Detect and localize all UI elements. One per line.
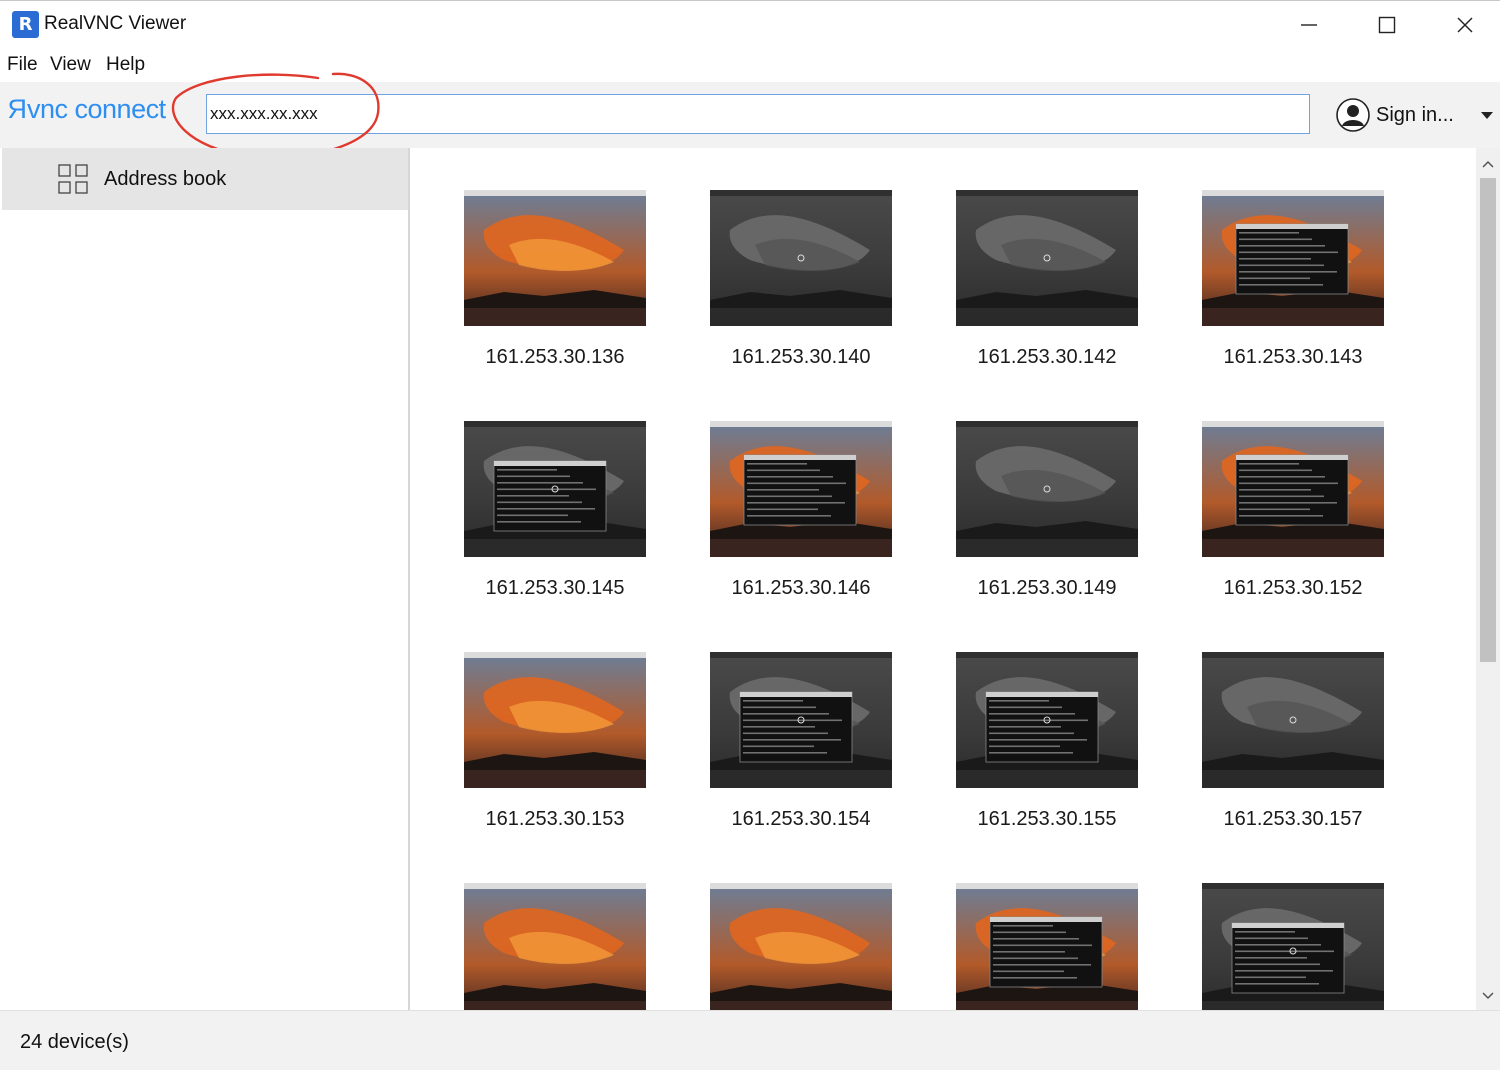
device-label: 161.253.30.153 (485, 808, 625, 830)
device-thumbnail (956, 190, 1138, 326)
vnc-connect-logo: Rvnc connect (8, 94, 166, 125)
maximize-button[interactable] (1348, 1, 1426, 49)
sidebar-item-address-book[interactable]: Address book (2, 148, 408, 210)
logo-text: vnc connect (27, 94, 166, 124)
close-icon (1457, 17, 1473, 33)
device-thumbnail (956, 883, 1138, 1010)
device-tile[interactable]: 161.253.30.152 (1150, 379, 1384, 599)
menu-bar: File View Help (0, 48, 1500, 82)
device-label: 161.253.30.136 (485, 346, 625, 368)
chevron-down-icon (1480, 112, 1493, 119)
device-thumbnail (710, 421, 892, 557)
menu-file[interactable]: File (7, 54, 38, 76)
device-thumbnail (956, 652, 1138, 788)
toolbar: Rvnc connect Sign in... (0, 82, 1500, 148)
device-grid: 161.253.30.136 161.253.30.140 161.253.30.1… (412, 148, 1476, 1010)
sign-in-label: Sign in... (1376, 103, 1454, 126)
device-label: 161.253.30.140 (731, 346, 871, 368)
device-thumbnail (1202, 421, 1384, 557)
device-tile[interactable]: 161.253.30.145 (412, 379, 646, 599)
close-button[interactable] (1426, 1, 1500, 49)
sign-in-button[interactable]: Sign in... (1336, 96, 1494, 134)
device-tile[interactable]: 161.253.30.142 (904, 148, 1138, 368)
maximize-icon (1378, 16, 1396, 34)
title-bar: R RealVNC Viewer (0, 0, 1500, 48)
user-avatar-icon (1336, 98, 1370, 132)
realvnc-app-icon: R (12, 11, 39, 38)
device-thumbnail (464, 883, 646, 1010)
device-thumbnail (710, 190, 892, 326)
app-icon-letter: R (18, 14, 33, 35)
device-label: 161.253.30.157 (1223, 808, 1363, 830)
device-tile[interactable]: 161.253.30.154 (658, 610, 892, 830)
device-label: 161.253.30.155 (977, 808, 1117, 830)
scroll-down-button[interactable] (1476, 982, 1500, 1010)
device-tile[interactable]: 161.253.30.157 (1150, 610, 1384, 830)
device-label: 161.253.30.142 (977, 346, 1117, 368)
logo-r: R (8, 94, 27, 124)
device-tile[interactable]: 161.253.30.149 (904, 379, 1138, 599)
scroll-thumb[interactable] (1480, 178, 1496, 662)
minimize-icon (1301, 24, 1317, 26)
scroll-up-button[interactable] (1476, 150, 1500, 178)
chevron-up-icon (1482, 160, 1494, 168)
vertical-scrollbar[interactable] (1476, 148, 1500, 1010)
device-label: 161.253.30.143 (1223, 346, 1363, 368)
device-tile[interactable]: 161.253.30.136 (412, 148, 646, 368)
device-tile[interactable] (658, 841, 892, 1010)
device-thumbnail (464, 652, 646, 788)
status-bar: 24 device(s) (0, 1010, 1500, 1070)
sidebar: Address book (0, 148, 410, 1010)
device-label: 161.253.30.154 (731, 808, 871, 830)
device-tile[interactable]: 161.253.30.155 (904, 610, 1138, 830)
menu-help[interactable]: Help (106, 54, 145, 76)
address-input[interactable] (206, 94, 1310, 134)
device-tile[interactable]: 161.253.30.140 (658, 148, 892, 368)
device-label: 161.253.30.149 (977, 577, 1117, 599)
device-thumbnail (1202, 190, 1384, 326)
sidebar-item-label: Address book (104, 167, 227, 190)
device-thumbnail (956, 421, 1138, 557)
device-thumbnail (710, 883, 892, 1010)
device-thumbnail (710, 652, 892, 788)
menu-view[interactable]: View (50, 54, 91, 76)
device-thumbnail (1202, 652, 1384, 788)
device-label: 161.253.30.146 (731, 577, 871, 599)
device-tile[interactable] (1150, 841, 1384, 1010)
device-tile[interactable]: 161.253.30.143 (1150, 148, 1384, 368)
device-thumbnail (1202, 883, 1384, 1010)
grid-icon (58, 164, 88, 194)
device-thumbnail (464, 421, 646, 557)
device-tile[interactable] (904, 841, 1138, 1010)
device-count: 24 device(s) (20, 1031, 129, 1053)
device-label: 161.253.30.145 (485, 577, 625, 599)
device-tile[interactable]: 161.253.30.153 (412, 610, 646, 830)
window-title: RealVNC Viewer (44, 13, 187, 34)
device-tile[interactable]: 161.253.30.146 (658, 379, 892, 599)
device-thumbnail (464, 190, 646, 326)
minimize-button[interactable] (1270, 1, 1348, 49)
chevron-down-icon (1482, 992, 1494, 1000)
device-tile[interactable] (412, 841, 646, 1010)
device-label: 161.253.30.152 (1223, 577, 1363, 599)
